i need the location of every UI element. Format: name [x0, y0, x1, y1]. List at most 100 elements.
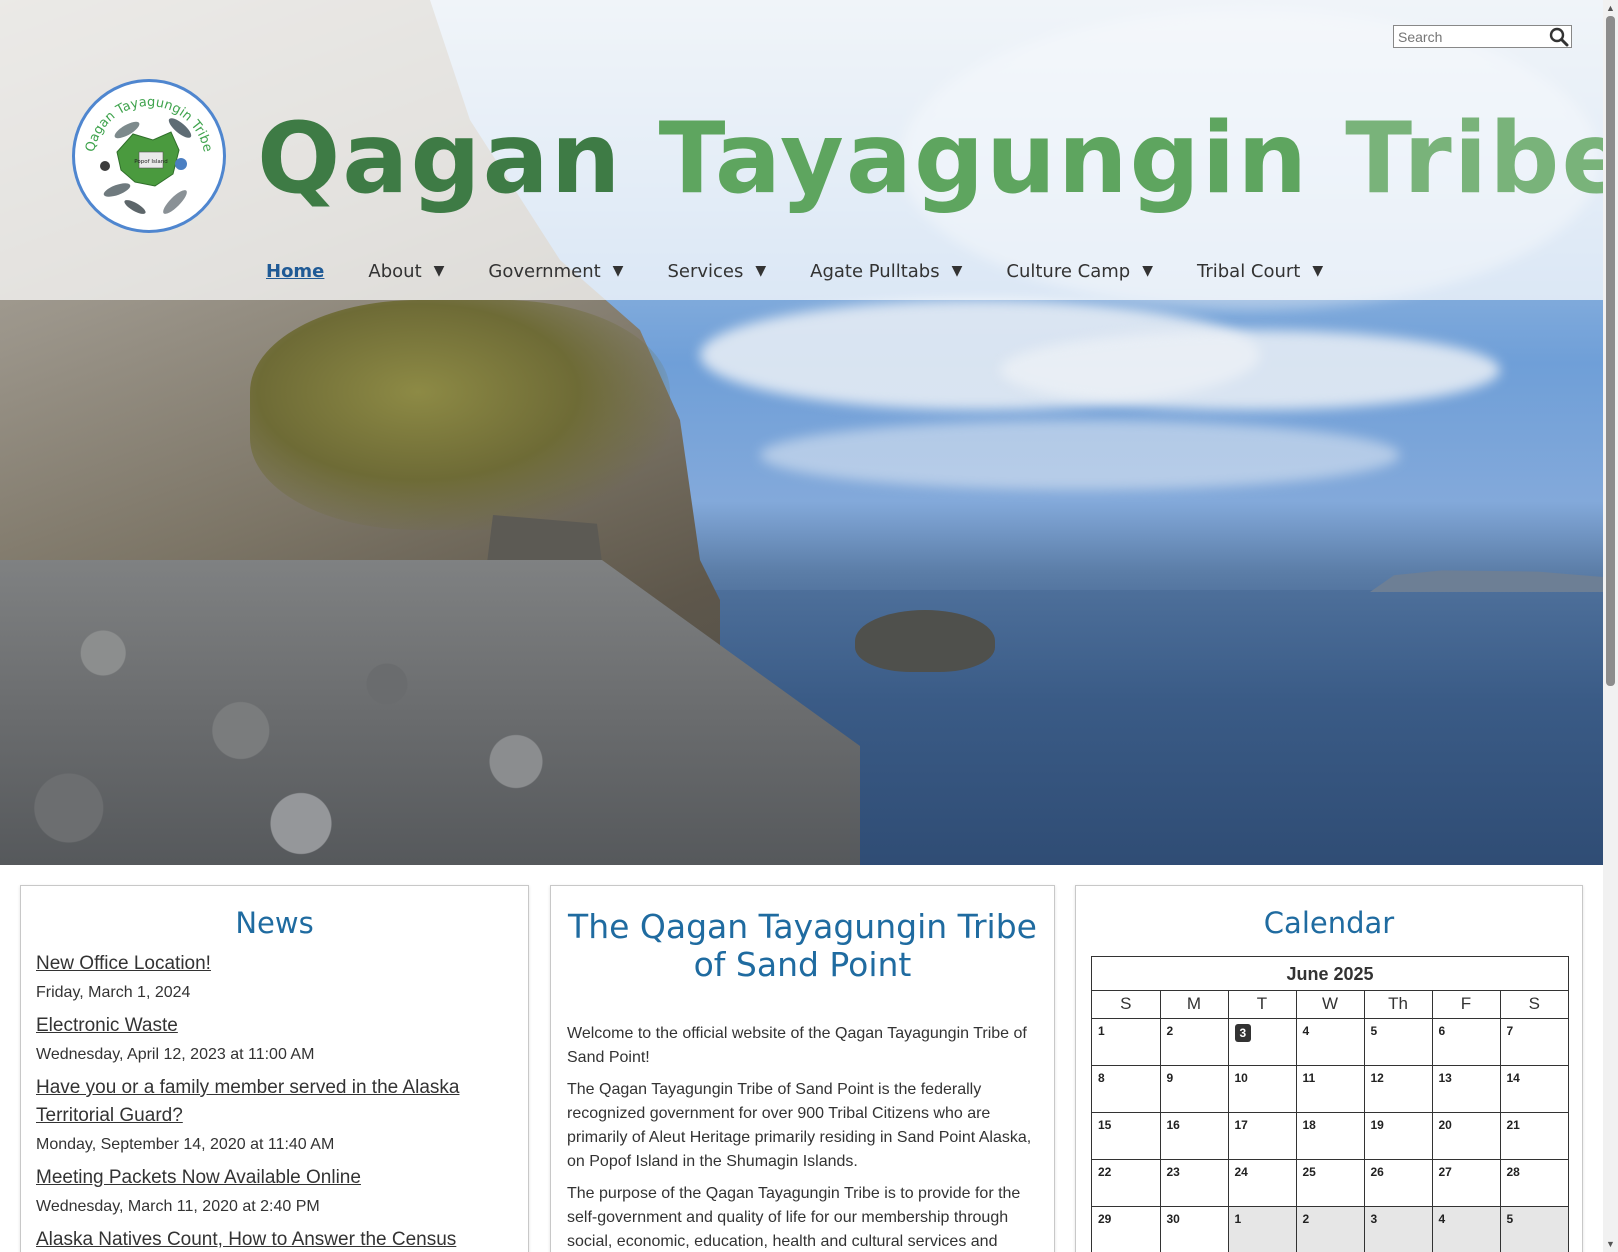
calendar-grid: S M T W Th F S 1 2 3 4 5 6 7 8 9 10 11 1… [1092, 991, 1568, 1252]
calendar-day[interactable]: 19 [1364, 1112, 1433, 1160]
nav-government-label: Government [488, 260, 601, 282]
day-number: 12 [1370, 1070, 1384, 1085]
day-number: 4 [1438, 1211, 1446, 1226]
day-number: 24 [1234, 1164, 1248, 1179]
calendar-day[interactable]: 22 [1092, 1159, 1161, 1207]
news-panel: News New Office Location! Friday, March … [20, 885, 529, 1252]
calendar-day[interactable]: 23 [1160, 1159, 1229, 1207]
day-number: 23 [1166, 1164, 1180, 1179]
calendar-panel: Calendar June 2025 S M T W Th F S 1 2 3 [1075, 885, 1583, 1252]
intro-text: Welcome to the official website of the Q… [551, 984, 1054, 1252]
calendar-day[interactable]: 21 [1500, 1112, 1568, 1160]
day-number: 16 [1166, 1117, 1180, 1132]
day-number: 15 [1098, 1117, 1112, 1132]
weekday-label: S [1092, 991, 1161, 1019]
calendar-day[interactable]: 27 [1432, 1159, 1501, 1207]
calendar-day-next-month[interactable]: 5 [1500, 1206, 1568, 1252]
day-number: 25 [1302, 1164, 1316, 1179]
nav-about[interactable]: About ▼ [368, 261, 444, 282]
nav-home[interactable]: Home [266, 261, 324, 282]
news-link[interactable]: Meeting Packets Now Available Online [36, 1167, 361, 1188]
intro-heading: The Qagan Tayagungin Tribe of Sand Point [568, 907, 1037, 984]
calendar-day[interactable]: 4 [1296, 1018, 1365, 1066]
scrollbar-thumb[interactable] [1606, 16, 1615, 686]
news-item: New Office Location! Friday, March 1, 20… [36, 950, 513, 1002]
news-date: Wednesday, April 12, 2023 at 11:00 AM [36, 1046, 315, 1063]
search-icon[interactable] [1549, 27, 1569, 47]
calendar-day[interactable]: 6 [1432, 1018, 1501, 1066]
news-item: Meeting Packets Now Available Online Wed… [36, 1164, 513, 1216]
calendar-day[interactable]: 24 [1228, 1159, 1297, 1207]
calendar-day[interactable]: 11 [1296, 1065, 1365, 1113]
search-input[interactable] [1394, 26, 1544, 47]
calendar-day[interactable]: 30 [1160, 1206, 1229, 1252]
weekday-label: S [1500, 991, 1568, 1019]
site-title-word-3: Tribe [1345, 102, 1618, 216]
intro-panel: The Qagan Tayagungin Tribe of Sand Point… [550, 885, 1055, 1252]
calendar-day[interactable]: 28 [1500, 1159, 1568, 1207]
news-link[interactable]: New Office Location! [36, 953, 211, 974]
nav-agate-pulltabs[interactable]: Agate Pulltabs ▼ [810, 261, 962, 282]
news-link[interactable]: Electronic Waste [36, 1015, 178, 1036]
calendar-day[interactable]: 20 [1432, 1112, 1501, 1160]
calendar-day-next-month[interactable]: 4 [1432, 1206, 1501, 1252]
calendar-day[interactable]: 26 [1364, 1159, 1433, 1207]
news-date: Friday, March 1, 2024 [36, 984, 191, 1001]
nav-agate-pulltabs-label: Agate Pulltabs [810, 260, 940, 282]
tribe-logo[interactable]: Qagan Tayagungin Tribe Popof Island [72, 79, 226, 233]
day-number: 6 [1438, 1023, 1446, 1038]
calendar-day[interactable]: 15 [1092, 1112, 1161, 1160]
calendar-day[interactable]: 10 [1228, 1065, 1297, 1113]
calendar-day[interactable]: 9 [1160, 1065, 1229, 1113]
caret-down-icon: ▼ [612, 263, 624, 279]
calendar-day[interactable]: 13 [1432, 1065, 1501, 1113]
calendar-widget: June 2025 S M T W Th F S 1 2 3 4 5 6 7 8… [1091, 956, 1569, 1252]
scroll-down-arrow-icon[interactable]: ▼ [1606, 1239, 1615, 1249]
calendar-day[interactable]: 12 [1364, 1065, 1433, 1113]
day-number: 27 [1438, 1164, 1452, 1179]
calendar-month: June 2025 [1092, 957, 1568, 991]
calendar-day[interactable]: 25 [1296, 1159, 1365, 1207]
nav-services-label: Services [667, 260, 744, 282]
calendar-day-today[interactable]: 3 [1228, 1018, 1297, 1066]
calendar-day[interactable]: 18 [1296, 1112, 1365, 1160]
nav-services[interactable]: Services ▼ [667, 261, 766, 282]
news-heading: News [235, 906, 314, 940]
day-number: 14 [1506, 1070, 1520, 1085]
nav-government[interactable]: Government ▼ [488, 261, 623, 282]
nav-culture-camp[interactable]: Culture Camp ▼ [1006, 261, 1153, 282]
nav-tribal-court[interactable]: Tribal Court ▼ [1197, 261, 1323, 282]
calendar-day[interactable]: 29 [1092, 1206, 1161, 1252]
calendar-day[interactable]: 8 [1092, 1065, 1161, 1113]
news-date: Wednesday, March 11, 2020 at 2:40 PM [36, 1198, 320, 1215]
calendar-day[interactable]: 1 [1092, 1018, 1161, 1066]
day-number: 2 [1166, 1023, 1174, 1038]
weekday-label: Th [1364, 991, 1433, 1019]
calendar-day[interactable]: 14 [1500, 1065, 1568, 1113]
calendar-day-next-month[interactable]: 1 [1228, 1206, 1297, 1252]
weekday-label: M [1160, 991, 1229, 1019]
day-number: 1 [1234, 1211, 1242, 1226]
calendar-day-next-month[interactable]: 3 [1364, 1206, 1433, 1252]
calendar-day-next-month[interactable]: 2 [1296, 1206, 1365, 1252]
intro-paragraph: The Qagan Tayagungin Tribe of Sand Point… [567, 1081, 1032, 1170]
calendar-heading: Calendar [1263, 906, 1395, 940]
day-number: 5 [1370, 1023, 1378, 1038]
news-link[interactable]: Have you or a family member served in th… [36, 1077, 459, 1126]
day-number: 28 [1506, 1164, 1520, 1179]
news-link[interactable]: Alaska Natives Count, How to Answer the … [36, 1229, 456, 1250]
calendar-day[interactable]: 5 [1364, 1018, 1433, 1066]
caret-down-icon: ▼ [951, 263, 963, 279]
day-number: 9 [1166, 1070, 1174, 1085]
day-number: 3 [1370, 1211, 1378, 1226]
news-item: Have you or a family member served in th… [36, 1074, 513, 1154]
page-scrollbar[interactable]: ▲ ▼ [1603, 0, 1618, 1252]
calendar-day[interactable]: 2 [1160, 1018, 1229, 1066]
scroll-up-arrow-icon[interactable]: ▲ [1606, 3, 1615, 13]
calendar-day[interactable]: 16 [1160, 1112, 1229, 1160]
calendar-day[interactable]: 17 [1228, 1112, 1297, 1160]
caret-down-icon: ▼ [1142, 263, 1153, 279]
day-number: 11 [1302, 1070, 1316, 1085]
day-number: 4 [1302, 1023, 1310, 1038]
calendar-day[interactable]: 7 [1500, 1018, 1568, 1066]
